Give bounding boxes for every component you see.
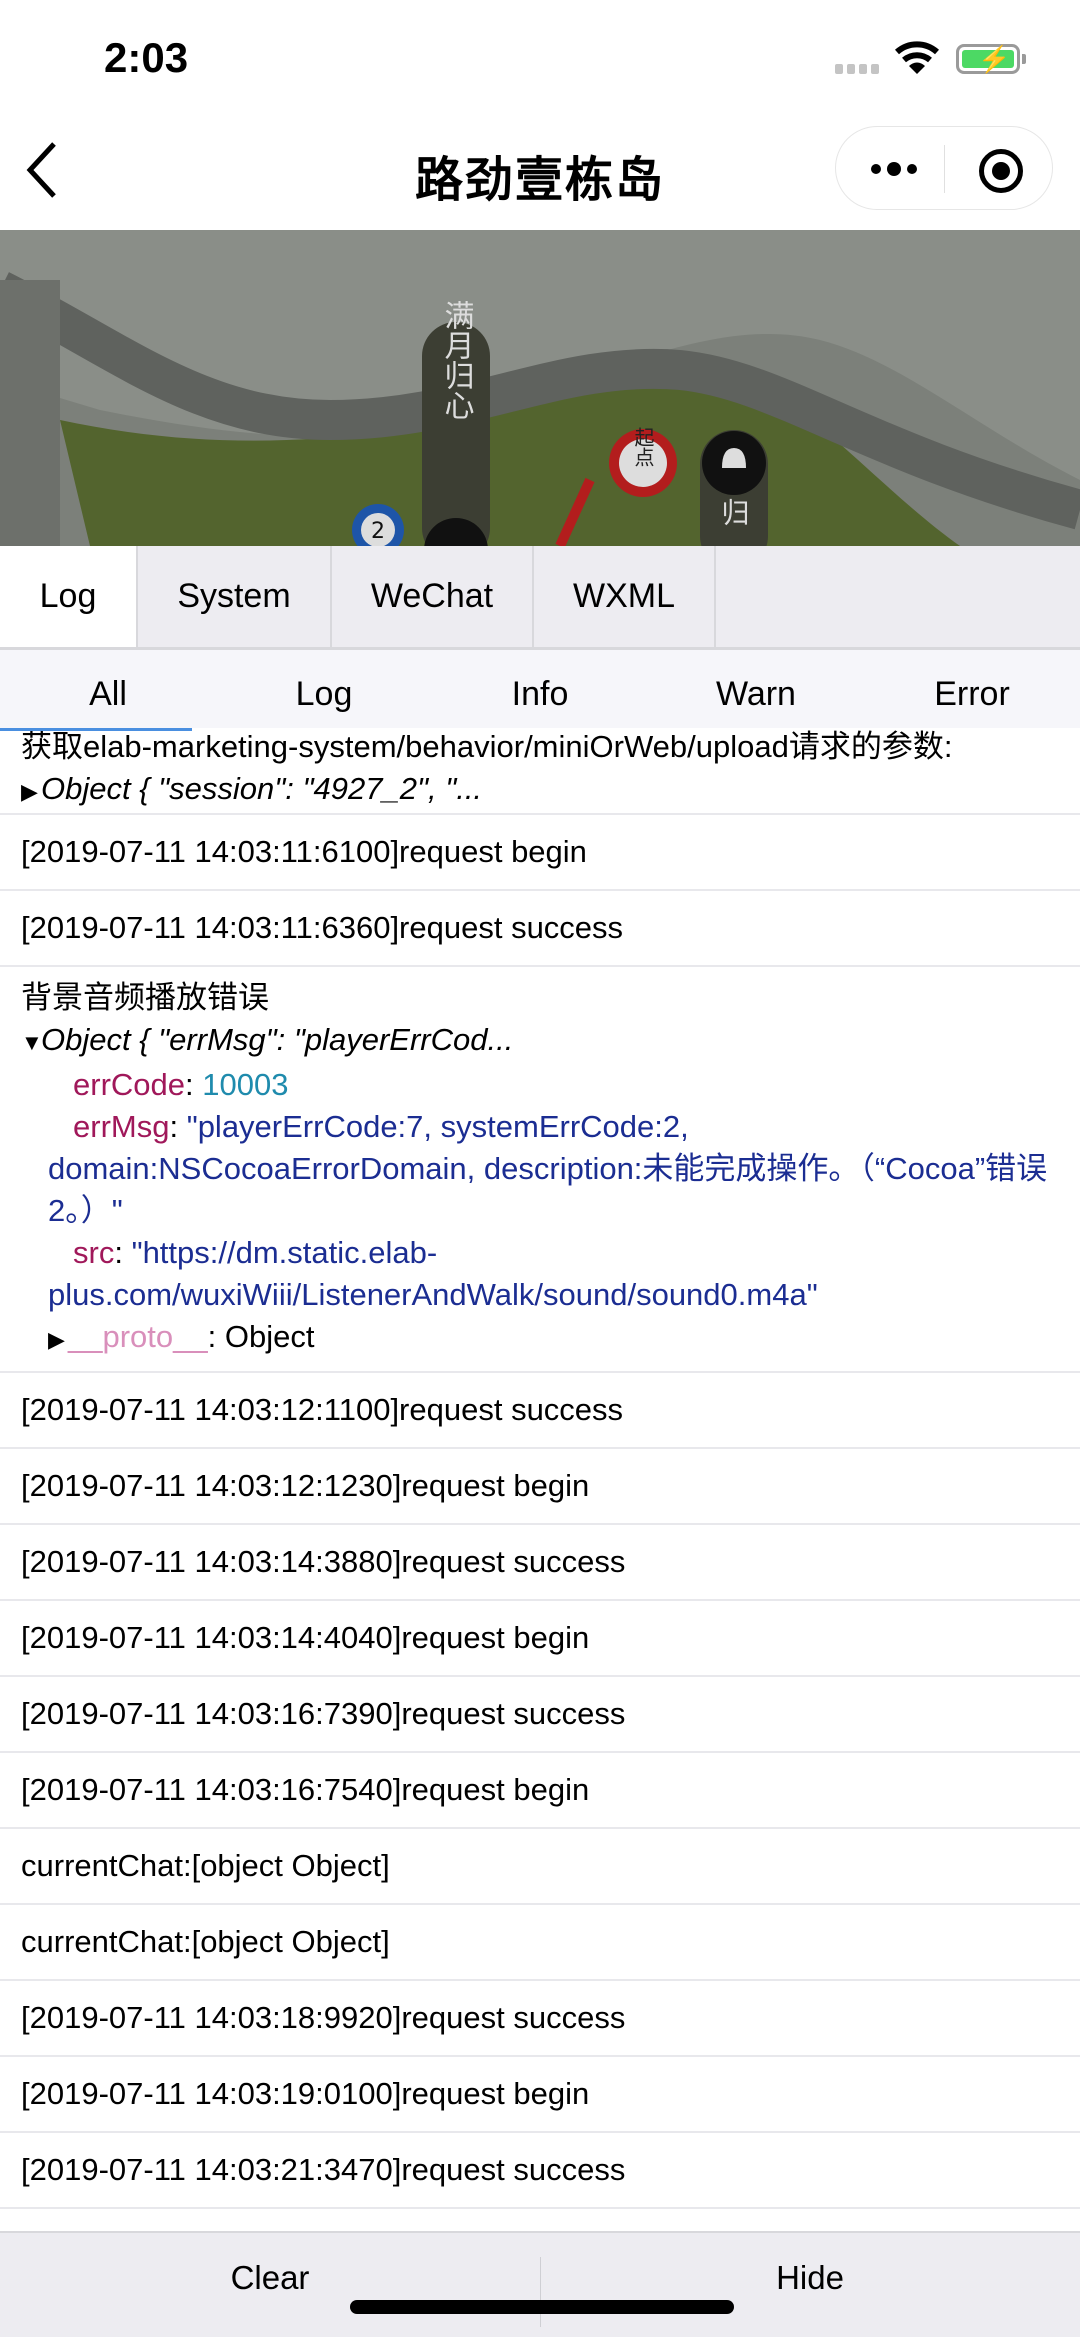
proto-key: __proto__	[68, 1319, 208, 1354]
log-row-partial	[0, 2209, 1080, 2232]
log-row: [2019-07-11 14:03:21:3470]request succes…	[0, 2133, 1080, 2209]
object-property: errMsg: "playerErrCode:7, systemErrCode:…	[48, 1109, 1048, 1228]
log-row: [2019-07-11 14:03:12:1100]request succes…	[0, 1373, 1080, 1449]
vconsole-tabs: Log System WeChat WXML	[0, 546, 1080, 650]
log-list[interactable]: 获取elab-marketing-system/behavior/miniOrW…	[0, 728, 1080, 2232]
log-filter-bar: All Log Info Warn Error	[0, 650, 1080, 728]
expanded-triangle-icon[interactable]: ▼	[21, 1022, 43, 1064]
log-row: [2019-07-11 14:03:19:0100]request begin	[0, 2057, 1080, 2133]
object-summary-toggle[interactable]: ▶Object { "session": "4927_2", "...	[21, 768, 1059, 813]
log-row: [2019-07-11 14:03:14:4040]request begin	[0, 1601, 1080, 1677]
navigation-bar: 路劲壹栋岛	[0, 112, 1080, 230]
home-indicator[interactable]	[350, 2300, 734, 2314]
object-summary-toggle[interactable]: ▼Object { "errMsg": "playerErrCod...	[21, 1019, 1059, 1064]
log-text: currentChat:[object Object]	[21, 1848, 390, 1883]
filter-log[interactable]: Log	[216, 650, 432, 728]
object-proto-toggle[interactable]: ▶__proto__: Object	[21, 1316, 1059, 1361]
filter-all[interactable]: All	[0, 650, 216, 728]
close-miniprogram-icon[interactable]	[979, 149, 1023, 193]
wifi-icon	[895, 41, 939, 74]
map-view[interactable]: 满月归心 起点 归 2	[0, 230, 1080, 546]
log-text: [2019-07-11 14:03:19:0100]request begin	[21, 2076, 590, 2111]
miniprogram-capsule	[835, 126, 1053, 210]
tab-wxml[interactable]: WXML	[534, 546, 716, 647]
collapsed-triangle-icon[interactable]: ▶	[48, 1319, 68, 1361]
log-text: [2019-07-11 14:03:16:7390]request succes…	[21, 1696, 626, 1731]
property-key: errMsg	[73, 1109, 170, 1144]
map-label-manyue: 满月归心	[439, 300, 475, 420]
active-filter-indicator	[0, 728, 192, 731]
object-summary: Object { "errMsg": "playerErrCod...	[41, 1022, 514, 1057]
log-row: [2019-07-11 14:03:18:9920]request succes…	[0, 1981, 1080, 2057]
toolbar-divider	[540, 2257, 541, 2327]
log-text: [2019-07-11 14:03:12:1230]request begin	[21, 1468, 590, 1503]
log-label: 背景音频播放错误	[21, 980, 269, 1015]
point-2-label: 2	[371, 519, 385, 544]
object-property: errCode: 10003	[73, 1067, 289, 1102]
collapsed-triangle-icon[interactable]: ▶	[21, 771, 41, 813]
clear-button[interactable]: Clear	[0, 2233, 540, 2337]
property-value: 10003	[202, 1067, 289, 1102]
log-row: [2019-07-11 14:03:12:1230]request begin	[0, 1449, 1080, 1525]
log-text: [2019-07-11 14:03:12:1100]request succes…	[21, 1392, 624, 1427]
cellular-signal-icon	[835, 64, 879, 74]
capsule-divider	[944, 145, 945, 193]
log-text: currentChat:[object Object]	[21, 1924, 390, 1959]
log-text: [2019-07-11 14:03:14:3880]request succes…	[21, 1544, 626, 1579]
log-row: currentChat:[object Object]	[0, 1905, 1080, 1981]
tab-log[interactable]: Log	[0, 546, 138, 647]
start-marker-label: 起点	[631, 427, 655, 467]
filter-info[interactable]: Info	[432, 650, 648, 728]
status-time: 2:03	[104, 34, 189, 81]
status-bar: 2:03 ⚡	[0, 0, 1080, 112]
property-value: "https://dm.static.elab-plus.com/wuxiWii…	[48, 1235, 818, 1312]
tab-wechat[interactable]: WeChat	[332, 546, 534, 647]
more-options-icon[interactable]	[864, 149, 924, 189]
log-text: [2019-07-11 14:03:11:6360]request succes…	[21, 910, 624, 945]
log-row: [2019-07-11 14:03:14:3880]request succes…	[0, 1525, 1080, 1601]
object-property: src: "https://dm.static.elab-plus.com/wu…	[48, 1235, 818, 1312]
battery-charging-icon: ⚡	[956, 44, 1026, 74]
log-row-object: 背景音频播放错误 ▼Object { "errMsg": "playerErrCo…	[0, 967, 1080, 1373]
log-text: [2019-07-11 14:03:16:7540]request begin	[21, 1772, 590, 1807]
log-text: [2019-07-11 14:03:21:3470]request succes…	[21, 2152, 626, 2187]
log-row: [2019-07-11 14:03:16:7540]request begin	[0, 1753, 1080, 1829]
property-value: "playerErrCode:7, systemErrCode:2, domai…	[48, 1109, 1048, 1228]
property-key: src	[73, 1235, 115, 1270]
log-row-object: 获取elab-marketing-system/behavior/miniOrW…	[0, 728, 1080, 815]
map-label-gui: 归	[718, 498, 751, 526]
log-text: [2019-07-11 14:03:18:9920]request succes…	[21, 2000, 626, 2035]
log-row: [2019-07-11 14:03:16:7390]request succes…	[0, 1677, 1080, 1753]
proto-value: Object	[224, 1319, 315, 1354]
hide-button[interactable]: Hide	[540, 2233, 1080, 2337]
property-key: errCode	[73, 1067, 185, 1102]
filter-warn[interactable]: Warn	[648, 650, 864, 728]
object-summary: Object { "session": "4927_2", "...	[41, 771, 483, 806]
log-text: [2019-07-11 14:03:11:6100]request begin	[21, 834, 587, 869]
tab-system[interactable]: System	[138, 546, 332, 647]
log-label: 获取elab-marketing-system/behavior/miniOrW…	[21, 729, 953, 764]
log-row: [2019-07-11 14:03:11:6360]request succes…	[0, 891, 1080, 967]
log-row: currentChat:[object Object]	[0, 1829, 1080, 1905]
filter-error[interactable]: Error	[864, 650, 1080, 728]
log-text: [2019-07-11 14:03:14:4040]request begin	[21, 1620, 590, 1655]
log-row: [2019-07-11 14:03:11:6100]request begin	[0, 815, 1080, 891]
bottom-toolbar: Clear Hide	[0, 2231, 1080, 2337]
